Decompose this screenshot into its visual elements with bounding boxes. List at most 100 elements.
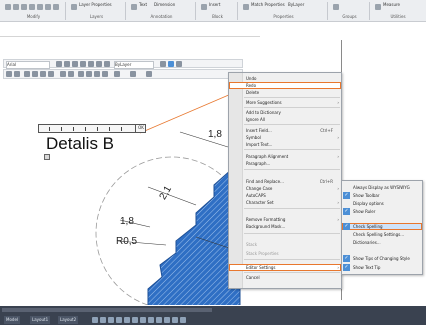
line-spacing-icon[interactable] (60, 71, 66, 77)
tab-layout1[interactable]: Layout1 (30, 316, 51, 324)
workspace-icon[interactable] (172, 317, 178, 323)
ortho-icon[interactable] (108, 317, 114, 323)
insert-field-icon[interactable] (78, 71, 84, 77)
trim-icon[interactable] (21, 4, 27, 10)
menu-item-ignore-all[interactable]: Ignore All (229, 116, 341, 123)
menu-item-paragraph[interactable]: Paragraph... (229, 160, 341, 167)
menu-item-redo[interactable]: Redo (229, 82, 341, 89)
copy-icon[interactable] (29, 4, 35, 10)
mirror-icon[interactable] (37, 4, 43, 10)
italic-icon[interactable] (64, 61, 70, 67)
menu-item-remove-formatting[interactable]: Remove Formatting › (229, 216, 341, 223)
menu-item-more-suggestions[interactable]: More Suggestions › (229, 99, 341, 106)
menu-item-stack-properties[interactable]: Stack Properties (229, 250, 341, 257)
menu-item-find-replace[interactable]: Find and Replace... Ctrl+R (229, 178, 341, 185)
otrack-icon[interactable] (132, 317, 138, 323)
resize-handle[interactable] (44, 154, 50, 160)
submenu-item-always-wysiwyg[interactable]: Always Display as WYSIWYG (342, 184, 422, 191)
ribbon-label[interactable]: Match Properties (251, 3, 285, 7)
selection-cycling-icon[interactable] (156, 317, 162, 323)
bold-icon[interactable] (56, 61, 62, 67)
submenu-item-check-spelling[interactable]: ✓ Check Spelling (342, 223, 422, 230)
snap-icon[interactable] (100, 317, 106, 323)
menu-item-symbol[interactable]: Symbol › (229, 134, 341, 141)
polar-icon[interactable] (116, 317, 122, 323)
mtext-content[interactable]: Detalis B (46, 134, 114, 154)
tab-model[interactable]: Model (4, 316, 21, 324)
font-select[interactable]: Arial (6, 61, 50, 69)
align-left-icon[interactable] (24, 71, 30, 77)
menu-item-undo[interactable]: Undo (229, 75, 341, 82)
ruler-tick (61, 127, 62, 131)
menu-item-insert-field[interactable]: Insert Field... Ctrl+F (229, 127, 341, 134)
columns-icon[interactable] (6, 71, 12, 77)
group-icon[interactable] (333, 4, 339, 10)
layer-properties-icon[interactable] (71, 4, 77, 10)
uppercase-icon[interactable] (86, 71, 92, 77)
redo-icon[interactable] (96, 61, 102, 67)
width-factor-icon[interactable] (146, 71, 152, 77)
ribbon-label[interactable]: ByLayer (288, 3, 304, 7)
options-icon[interactable] (176, 61, 182, 67)
ok-icon[interactable] (168, 61, 174, 67)
menu-item-editor-settings[interactable]: Editor Settings › (229, 264, 341, 271)
grid-icon[interactable] (92, 317, 98, 323)
measure-icon[interactable] (375, 4, 381, 10)
underline-icon[interactable] (72, 61, 78, 67)
stack-icon[interactable] (104, 61, 110, 67)
annotation-scale-icon[interactable] (164, 317, 170, 323)
overline-icon[interactable] (80, 61, 86, 67)
submenu-item-dictionaries[interactable]: Dictionaries... (342, 239, 422, 246)
match-properties-icon[interactable] (243, 4, 249, 10)
rotate-icon[interactable] (13, 4, 19, 10)
menu-item-character-set[interactable]: Character Set › (229, 199, 341, 206)
menu-item-stack[interactable]: Stack (229, 241, 341, 248)
mtext-ruler[interactable] (38, 124, 146, 133)
insert-icon[interactable] (201, 4, 207, 10)
submenu-item-show-tips-changing-style[interactable]: ✓ Show Tips of Changing Style (342, 255, 422, 262)
align-right-icon[interactable] (40, 71, 46, 77)
osnap-icon[interactable] (124, 317, 130, 323)
ribbon-label[interactable]: Dimension (154, 3, 175, 7)
ribbon-label[interactable]: Measure (383, 3, 400, 7)
undo-icon[interactable] (88, 61, 94, 67)
lowercase-icon[interactable] (94, 71, 100, 77)
submenu-item-check-spelling-settings[interactable]: Check Spelling Settings... (342, 231, 422, 238)
symbol-icon[interactable] (102, 71, 108, 77)
submenu-item-show-text-tip[interactable]: ✓ Show Text Tip (342, 264, 422, 271)
menu-item-background-mask[interactable]: Background Mask... (229, 223, 341, 230)
ruler-icon[interactable] (160, 61, 166, 67)
menu-item-paragraph-alignment[interactable]: Paragraph Alignment › (229, 153, 341, 160)
move-icon[interactable] (5, 4, 11, 10)
chevron-right-icon: › (337, 100, 339, 105)
menu-item-import-text[interactable]: Import Text... (229, 141, 341, 148)
ruler-ok-button[interactable]: OK (135, 124, 146, 133)
menu-item-autocaps[interactable]: AutoCAPS (229, 192, 341, 199)
tab-layout2[interactable]: Layout2 (58, 316, 79, 324)
lineweight-icon[interactable] (140, 317, 146, 323)
submenu-item-display-options[interactable]: Display options (342, 200, 422, 207)
ruler-tick (121, 127, 122, 131)
submenu-item-show-toolbar[interactable]: ✓ Show Toolbar (342, 192, 422, 199)
align-center-icon[interactable] (32, 71, 38, 77)
ribbon-label[interactable]: Layer Properties (79, 3, 112, 7)
array-icon[interactable] (53, 4, 59, 10)
menu-item-delete[interactable]: Delete (229, 89, 341, 96)
align-justify-icon[interactable] (48, 71, 54, 77)
command-line[interactable] (2, 308, 212, 312)
numbering-icon[interactable] (68, 71, 74, 77)
justification-icon[interactable] (14, 71, 20, 77)
text-icon[interactable] (131, 4, 137, 10)
fillet-icon[interactable] (45, 4, 51, 10)
tracking-icon[interactable] (130, 71, 136, 77)
ribbon-label[interactable]: Insert (209, 3, 220, 7)
menu-item-cancel[interactable]: Cancel (229, 274, 341, 281)
color-select[interactable]: ByLayer (114, 61, 154, 69)
oblique-angle-icon[interactable] (114, 71, 120, 77)
menu-item-change-case[interactable]: Change Case › (229, 185, 341, 192)
submenu-item-show-ruler[interactable]: ✓ Show Ruler (342, 208, 422, 215)
menu-item-add-to-dictionary[interactable]: Add to Dictionary (229, 109, 341, 116)
transparency-icon[interactable] (148, 317, 154, 323)
ribbon-label[interactable]: Text (139, 3, 147, 7)
customization-icon[interactable] (180, 317, 186, 323)
